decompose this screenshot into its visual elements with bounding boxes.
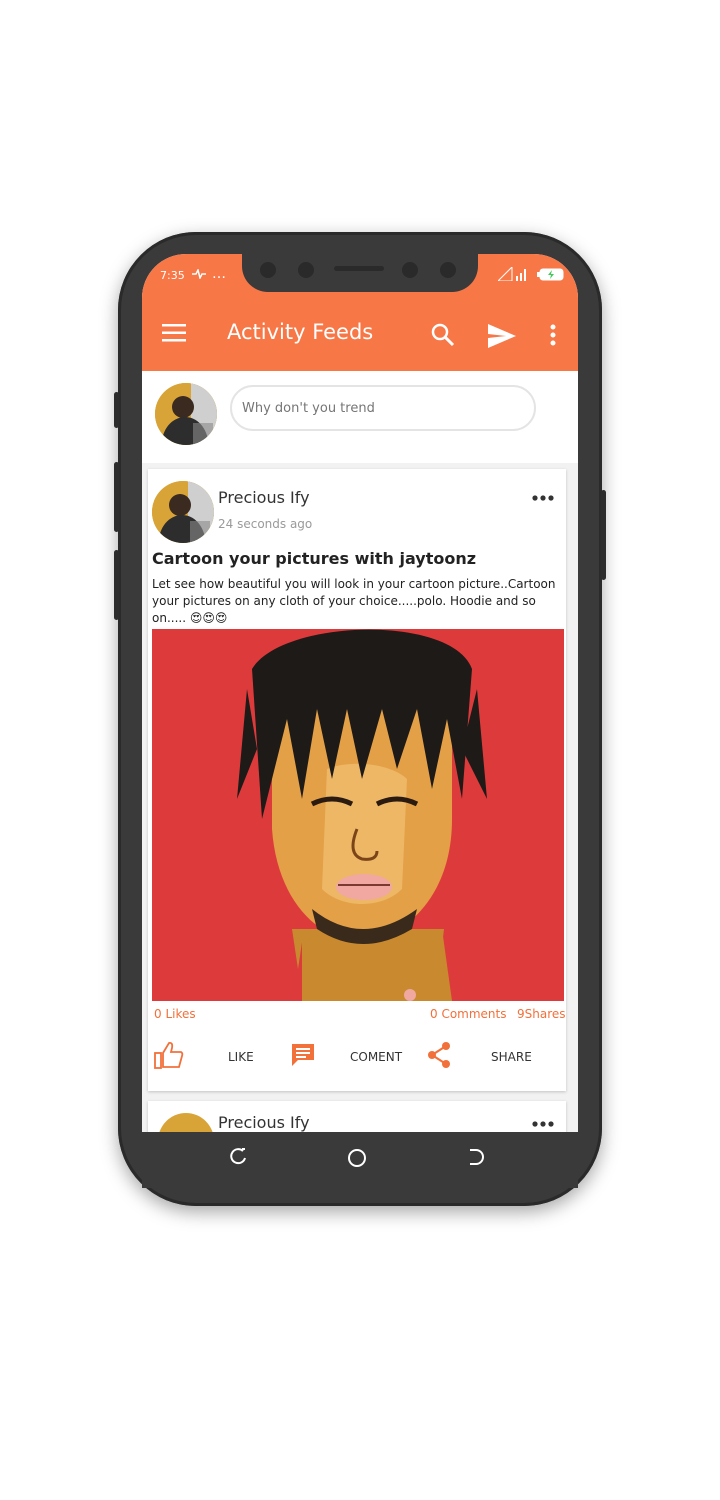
share-icon[interactable] — [427, 1042, 451, 1068]
send-icon[interactable] — [488, 324, 516, 348]
post-author-name[interactable]: Precious Ify — [218, 1113, 310, 1132]
signal-icon — [498, 267, 526, 281]
front-sensor — [298, 262, 314, 278]
home-icon[interactable] — [347, 1148, 367, 1168]
hamburger-icon[interactable] — [162, 324, 186, 342]
front-camera-2 — [440, 262, 456, 278]
post-card: Precious Ify — [148, 1101, 566, 1132]
phone-power-button — [601, 490, 606, 580]
phone-side-button — [114, 392, 119, 428]
avatar[interactable] — [155, 383, 217, 445]
post-image[interactable] — [152, 629, 564, 1001]
more-horiz-icon[interactable] — [532, 495, 554, 501]
author-avatar[interactable] — [158, 1113, 214, 1132]
back-icon[interactable] — [466, 1148, 484, 1166]
post-actions: LIKE COMENT SHARE — [148, 1029, 566, 1087]
post-composer — [142, 371, 578, 464]
phone-volume-down-button — [114, 550, 119, 620]
author-avatar[interactable] — [152, 481, 214, 543]
likes-count[interactable]: 0 Likes — [154, 1007, 196, 1021]
shares-count[interactable]: 9Shares — [517, 1007, 566, 1021]
cartoon-portrait-image — [152, 629, 564, 1001]
comment-button[interactable]: COMENT — [350, 1050, 402, 1064]
status-time: 7:35 — [160, 269, 185, 282]
comments-count[interactable]: 0 Comments — [430, 1007, 507, 1021]
avatar-photo — [155, 383, 217, 445]
post-card: Precious Ify 24 seconds ago Cartoon your… — [148, 469, 566, 1091]
recent-apps-icon[interactable] — [229, 1148, 247, 1166]
author-avatar-photo — [152, 481, 214, 543]
phone-screen: 7:35 … Activity Feeds Why don't you tren… — [142, 254, 578, 1132]
battery-icon — [537, 268, 564, 281]
front-camera — [260, 262, 276, 278]
thumbs-up-icon[interactable] — [154, 1041, 184, 1069]
post-author-name[interactable]: Precious Ify — [218, 488, 310, 507]
status-more-indicator: … — [212, 266, 226, 282]
share-button[interactable]: SHARE — [491, 1050, 532, 1064]
system-nav-bar — [142, 1132, 578, 1188]
app-bar: Activity Feeds — [142, 294, 578, 371]
post-body: Let see how beautiful you will look in y… — [152, 577, 556, 625]
feed-list: Precious Ify 24 seconds ago Cartoon your… — [142, 463, 578, 1132]
phone-notch — [242, 254, 478, 292]
more-vert-icon[interactable] — [550, 324, 556, 346]
like-button[interactable]: LIKE — [228, 1050, 254, 1064]
post-timestamp: 24 seconds ago — [218, 517, 313, 531]
activity-icon — [192, 269, 206, 279]
earpiece-speaker — [334, 266, 384, 271]
search-icon[interactable] — [431, 323, 455, 347]
phone-volume-up-button — [114, 462, 119, 532]
more-horiz-icon[interactable] — [532, 1121, 554, 1127]
post-title: Cartoon your pictures with jaytoonz — [152, 549, 477, 568]
comment-icon[interactable] — [290, 1042, 316, 1068]
post-input[interactable] — [230, 385, 536, 431]
front-sensor-2 — [402, 262, 418, 278]
page-title: Activity Feeds — [227, 320, 374, 344]
